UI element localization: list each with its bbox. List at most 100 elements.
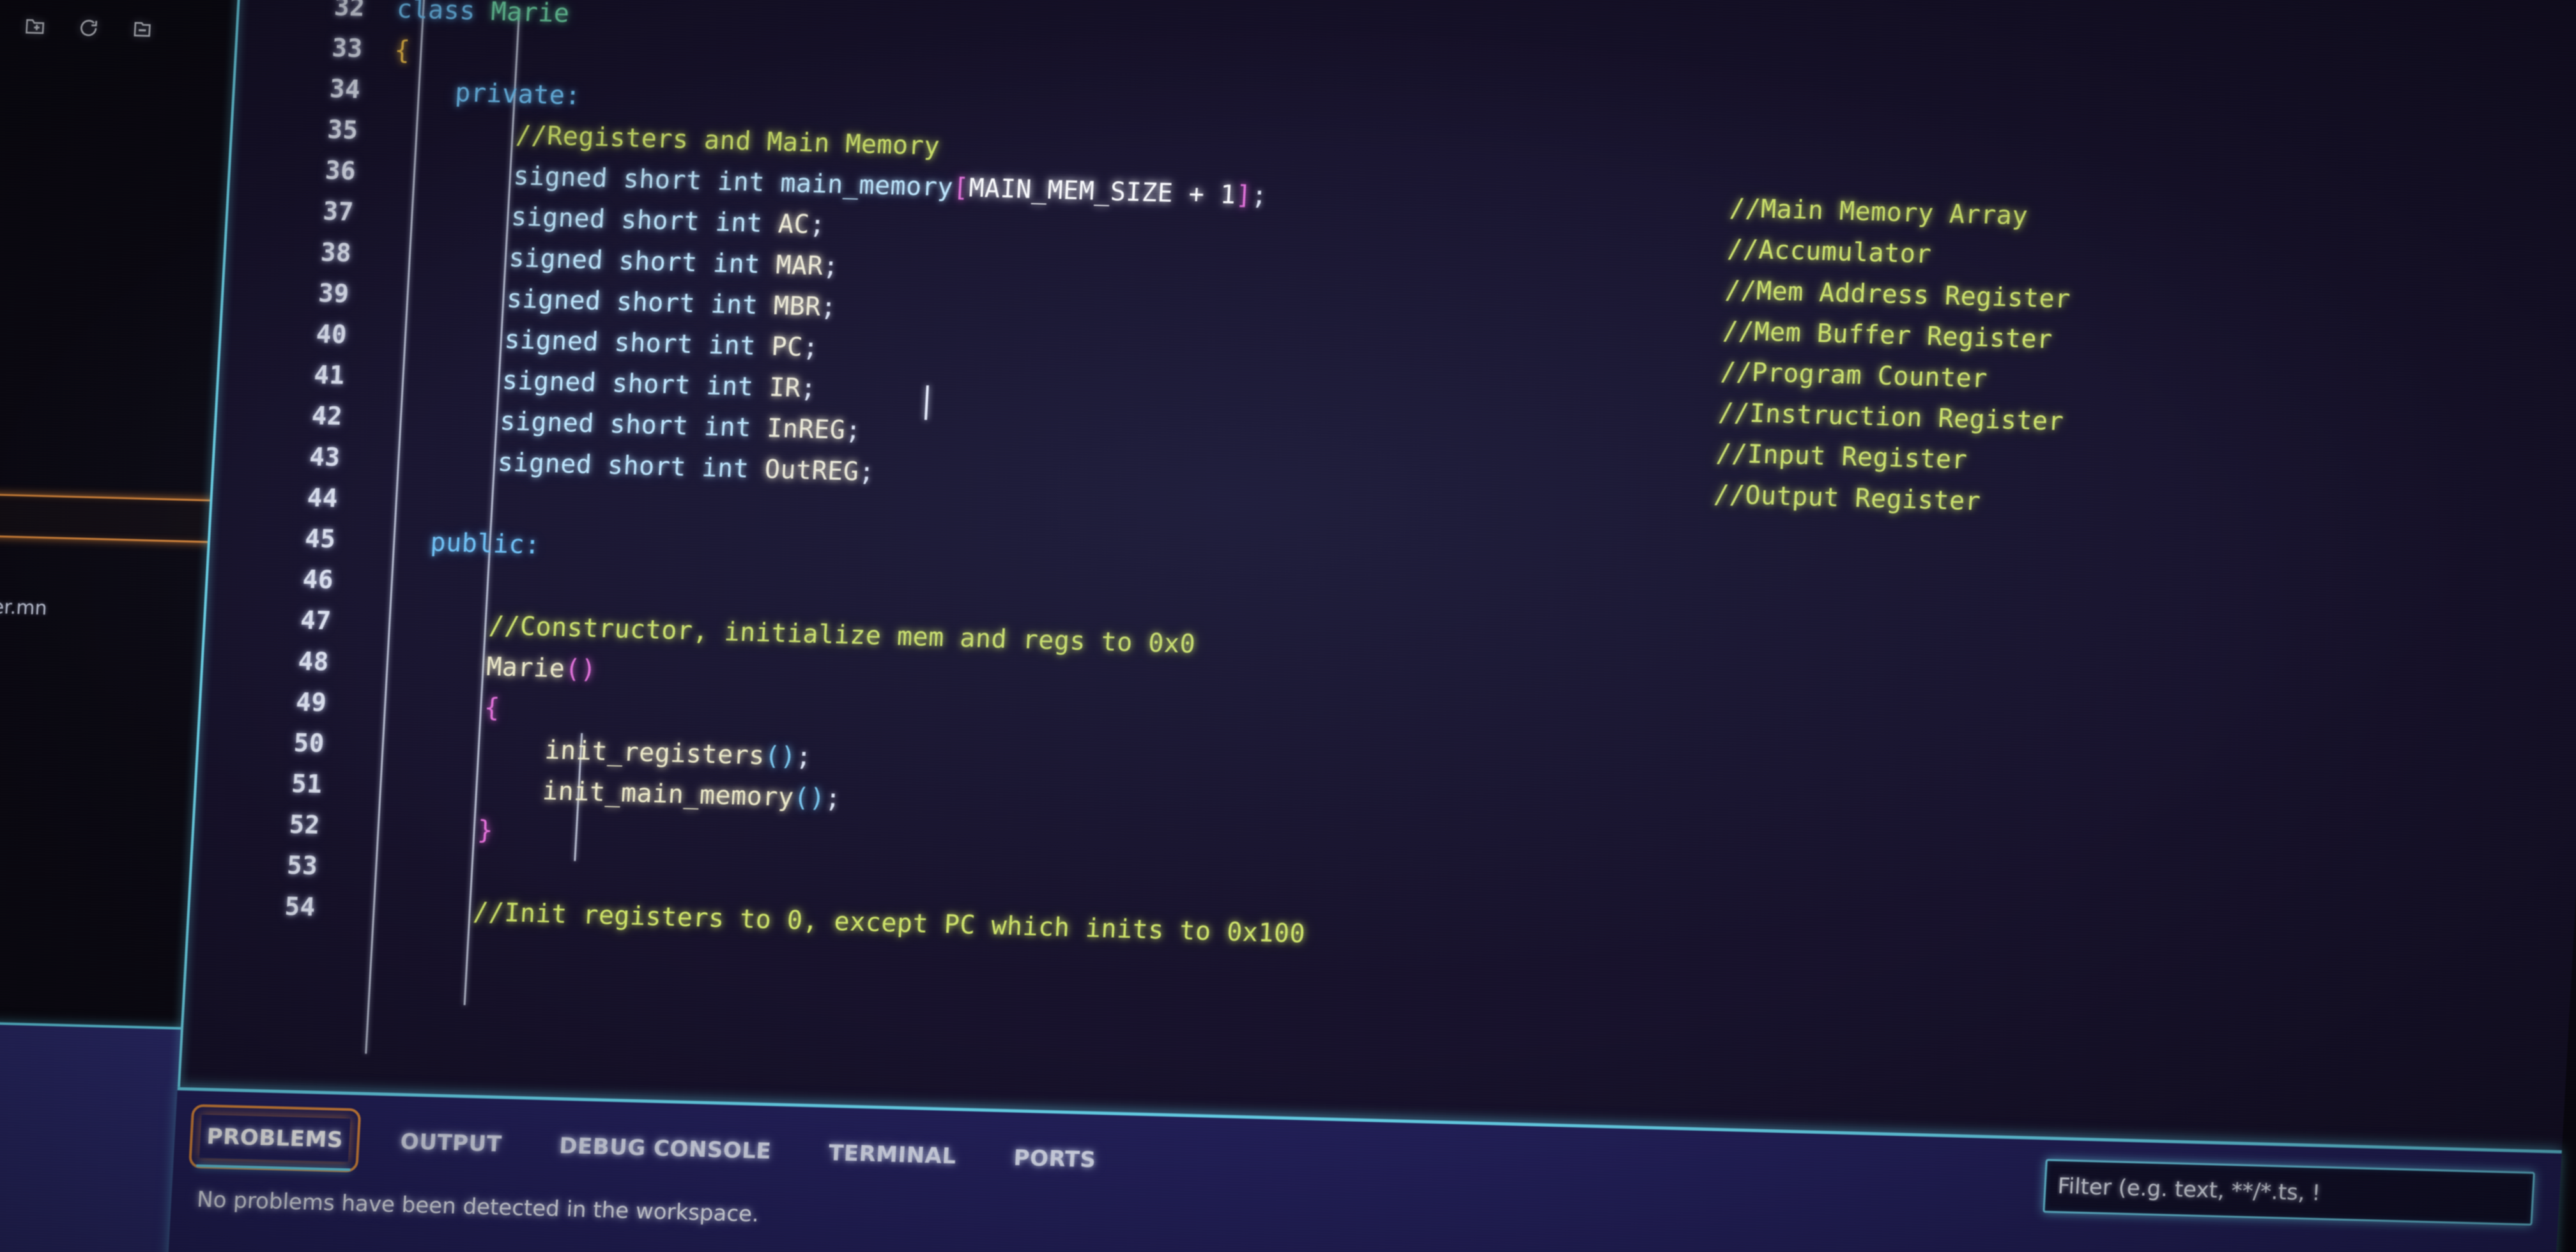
code-token: }	[477, 815, 494, 846]
refresh-explorer-icon[interactable]	[75, 15, 102, 41]
code-token: AC	[777, 209, 811, 240]
code-token: main_memory	[779, 168, 954, 202]
line-number: 33	[331, 33, 364, 64]
line-number: 38	[319, 238, 353, 268]
code-token: MAIN_MEM_SIZE + 1	[968, 173, 1237, 210]
code-token: signed short int	[512, 161, 781, 198]
line-number: 51	[291, 769, 323, 800]
code-token: ;	[808, 210, 827, 240]
code-token: signed short int	[499, 406, 768, 443]
code-token: private:	[454, 78, 582, 111]
code-token: {	[483, 692, 501, 723]
tab-terminal[interactable]: TERMINAL	[821, 1131, 963, 1179]
line-number: 46	[302, 565, 335, 595]
line-number: 37	[322, 197, 355, 227]
code-token: ;	[824, 784, 842, 814]
collapse-folders-icon[interactable]	[129, 16, 156, 42]
panel-tab-bar[interactable]: PROBLEMS OUTPUT DEBUG CONSOLE TERMINAL PORTS	[173, 1103, 1104, 1189]
line-number: 39	[318, 279, 350, 309]
sidebar-file-assembler[interactable]: ›embler.mn	[0, 594, 48, 620]
code-token: signed short int	[508, 243, 777, 280]
code-token: OutREG	[763, 454, 860, 487]
line-number: 53	[286, 851, 319, 882]
line-number: 40	[315, 319, 348, 350]
code-token: PC	[770, 332, 804, 363]
new-folder-icon[interactable]	[22, 13, 49, 40]
line-number: 44	[306, 483, 339, 514]
sidebar-file-label: embler.mn	[0, 595, 48, 620]
trailing-comment: //Program Counter	[1719, 357, 1989, 394]
code-token: ()	[564, 653, 597, 685]
line-number: 50	[293, 728, 325, 759]
code-token: ;	[858, 457, 876, 487]
code-token: IR	[768, 372, 802, 404]
code-lines[interactable]: class Marie { private: //Registers and Ma…	[346, 0, 2576, 990]
code-token: signed short int	[501, 365, 770, 402]
problems-empty-message: No problems have been detected in the wo…	[196, 1186, 760, 1228]
line-number: 45	[304, 524, 337, 554]
code-token: init_registers	[544, 735, 766, 771]
code-token: Marie	[486, 652, 566, 683]
tab-ports[interactable]: PORTS	[1006, 1136, 1103, 1182]
line-number: 42	[310, 401, 344, 432]
tab-debug-console[interactable]: DEBUG CONSOLE	[551, 1124, 779, 1173]
code-token: InREG	[766, 413, 847, 446]
editor-code-surface[interactable]: 3132333435363738394041424344454647484950…	[178, 0, 2576, 1150]
code-token: signed short int	[496, 447, 766, 484]
code-token: [	[952, 172, 970, 203]
line-number: 41	[313, 360, 346, 391]
code-token: public:	[429, 528, 541, 560]
code-token: MAR	[775, 250, 824, 281]
problems-filter-box[interactable]	[2043, 1159, 2535, 1226]
code-token: MBR	[772, 291, 822, 322]
line-number: 48	[297, 646, 330, 677]
line-number: 35	[326, 115, 359, 146]
code-token: ;	[845, 416, 862, 446]
line-number: 49	[295, 687, 328, 718]
code-token: ;	[820, 292, 838, 323]
code-token: ;	[1250, 181, 1268, 211]
tab-output[interactable]: OUTPUT	[393, 1120, 509, 1166]
code-token: //Registers and Main Memory	[514, 120, 941, 162]
code-token: signed short int	[505, 284, 775, 321]
monitor-photo: i e ›embler.mn 3132333435363738394041424…	[0, 0, 2576, 1252]
code-token: ;	[795, 742, 813, 772]
code-token: Marie	[490, 0, 571, 29]
line-number: 54	[284, 892, 316, 922]
code-token: ;	[822, 251, 840, 282]
vscode-window: i e ›embler.mn 3132333435363738394041424…	[0, 0, 2576, 1252]
explorer-toolbar	[0, 7, 180, 49]
code-token: ()	[763, 741, 797, 772]
trailing-comment: //Output Register	[1713, 480, 1982, 517]
code-token: ;	[802, 333, 820, 363]
code-token: ]	[1235, 180, 1253, 211]
code-token: signed short int	[510, 202, 779, 239]
tab-problems[interactable]: PROBLEMS	[188, 1103, 361, 1173]
line-number: 52	[288, 810, 321, 841]
line-number: 47	[300, 606, 332, 636]
code-token: ;	[799, 374, 817, 404]
filter-input[interactable]	[2044, 1161, 2533, 1224]
code-token: signed short int	[503, 324, 772, 362]
line-number-gutter: 3132333435363738394041424344454647484950…	[225, 0, 368, 928]
trailing-comment: //Accumulator	[1726, 234, 1933, 270]
line-number: 36	[324, 156, 357, 187]
code-editor[interactable]: 3132333435363738394041424344454647484950…	[177, 0, 2576, 1150]
trailing-comment: //Input Register	[1715, 439, 1968, 475]
